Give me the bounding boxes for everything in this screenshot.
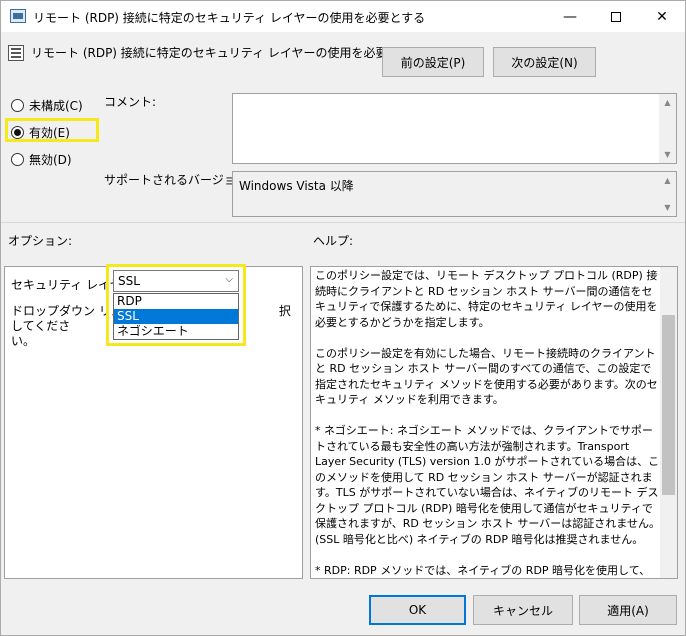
description-end: い。 [11,334,36,348]
supported-on-value: Windows Vista 以降 [239,179,354,193]
previous-setting-button[interactable]: 前の設定(P) [382,47,484,77]
supported-on-box: Windows Vista 以降 ▲ ▼ [232,171,677,217]
scroll-up-icon[interactable]: ▲ [659,172,676,189]
supported-on-label: サポートされるバージョン: [104,173,252,187]
maximize-icon [611,11,621,22]
dropdown-highlight [106,264,246,346]
apply-button[interactable]: 適用(A) [579,595,677,625]
radio-enabled[interactable]: 有効(E) [11,124,70,141]
close-button[interactable]: ✕ [639,1,685,32]
policy-setting-icon [8,45,24,61]
radio-disabled[interactable]: 無効(D) [11,151,72,168]
radio-label: 有効(E) [29,126,70,140]
options-label: オプション: [8,234,73,248]
close-icon: ✕ [656,8,668,25]
radio-label: 未構成(C) [29,99,83,113]
help-label: ヘルプ: [313,234,354,248]
comment-scrollbar[interactable]: ▲ ▼ [659,94,676,163]
scroll-thumb[interactable] [662,315,675,495]
radio-not-configured[interactable]: 未構成(C) [11,97,83,114]
minimize-icon: — [563,8,577,25]
window-title: リモート (RDP) 接続に特定のセキュリティ レイヤーの使用を必要とする [33,11,426,25]
help-paragraph: このポリシー設定を有効にした場合、リモート接続時のクライアントと RD セッショ… [315,346,658,407]
help-panel: このポリシー設定では、リモート デスクトップ プロトコル (RDP) 接続時にク… [310,266,678,579]
title-bar[interactable]: リモート (RDP) 接続に特定のセキュリティ レイヤーの使用を必要とする — … [1,1,685,32]
supported-scrollbar[interactable]: ▲ ▼ [659,172,676,216]
scroll-down-icon[interactable]: ▼ [659,199,676,216]
cancel-button[interactable]: キャンセル [473,595,573,625]
radio-label: 無効(D) [29,153,72,167]
section-divider [1,222,685,223]
radio-circle-icon [11,99,24,112]
comment-textarea[interactable]: ▲ ▼ [232,93,677,164]
radio-circle-icon [11,153,24,166]
help-paragraph: * ネゴシエート: ネゴシエート メソッドでは、クライアントでサポートされている… [315,424,660,546]
minimize-button[interactable]: — [547,1,593,32]
help-text: このポリシー設定では、リモート デスクトップ プロトコル (RDP) 接続時にク… [315,268,661,578]
next-setting-button[interactable]: 次の設定(N) [493,47,596,77]
scroll-down-icon[interactable]: ▼ [659,146,676,163]
policy-dialog: リモート (RDP) 接続に特定のセキュリティ レイヤーの使用を必要とする — … [0,0,686,636]
scroll-up-icon[interactable]: ▲ [659,94,676,111]
policy-app-icon [10,9,26,23]
ok-button[interactable]: OK [369,595,466,625]
help-scrollbar[interactable] [660,267,677,578]
help-paragraph: このポリシー設定では、リモート デスクトップ プロトコル (RDP) 接続時にク… [315,269,658,329]
comment-label: コメント: [104,95,157,109]
policy-title: リモート (RDP) 接続に特定のセキュリティ レイヤーの使用を必要とする [31,46,424,60]
radio-circle-checked-icon [11,126,24,139]
maximize-button[interactable] [593,1,639,32]
help-paragraph: * RDP: RDP メソッドでは、ネイティブの RDP 暗号化を使用して、クラ… [315,563,651,577]
